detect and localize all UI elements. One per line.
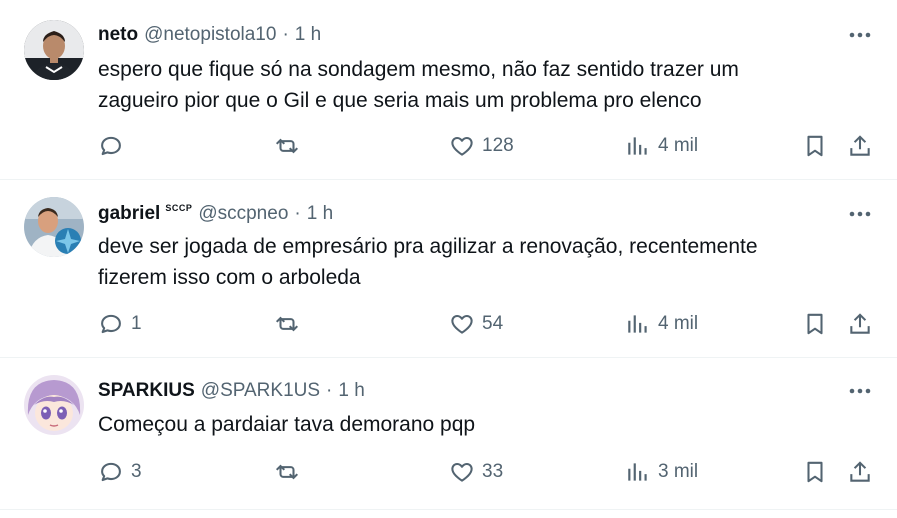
view-count: 4 mil <box>658 313 699 334</box>
tweet-text-line: zagueiro pior que o Gil e que seria mais… <box>98 89 702 112</box>
views-icon <box>628 463 647 481</box>
profile-badge: SCCP <box>165 203 193 213</box>
share-icon <box>850 313 870 334</box>
more-options-button[interactable] <box>843 201 877 227</box>
timestamp[interactable]: 1 h <box>338 380 364 402</box>
view-count: 3 mil <box>658 461 699 482</box>
retweet-icon <box>275 138 299 154</box>
views-icon <box>628 315 647 333</box>
more-horizontal-icon <box>849 32 871 38</box>
avatar[interactable] <box>24 375 84 435</box>
heart-icon <box>451 136 473 156</box>
more-options-button[interactable] <box>843 378 877 404</box>
timestamp[interactable]: 1 h <box>307 203 333 225</box>
views-icon <box>628 137 647 155</box>
avatar-image <box>24 375 84 435</box>
tweet-text: Começou a pardaiar tava demorano pqp <box>98 409 858 440</box>
bookmark-button[interactable] <box>802 457 828 487</box>
tweet-header: neto @netopistola10 · 1 h <box>98 22 321 48</box>
retweet-button[interactable] <box>274 457 307 487</box>
tweet-text-line: espero que fique só na sondagem mesmo, n… <box>98 58 739 81</box>
like-button[interactable]: 128 <box>449 131 514 161</box>
separator-dot: · <box>282 24 289 45</box>
reply-count: 3 <box>131 461 142 482</box>
bookmark-icon <box>807 461 823 483</box>
user-handle[interactable]: @SPARK1US <box>201 380 320 402</box>
retweet-button[interactable] <box>274 131 307 161</box>
share-button[interactable] <box>847 309 873 339</box>
like-button[interactable]: 33 <box>449 457 503 487</box>
reply-icon <box>101 462 121 482</box>
tweet-header: gabriel SCCP @sccpneo · 1 h <box>98 201 333 227</box>
like-count: 33 <box>482 461 504 482</box>
more-horizontal-icon <box>849 211 871 217</box>
reply-button[interactable] <box>98 131 131 161</box>
reply-count: 1 <box>131 313 142 334</box>
share-icon <box>850 135 870 156</box>
display-name[interactable]: gabriel <box>98 203 160 225</box>
like-count: 128 <box>482 135 514 156</box>
bookmark-button[interactable] <box>802 309 828 339</box>
avatar[interactable] <box>24 20 84 80</box>
views-button[interactable]: 4 mil <box>625 131 698 161</box>
like-count: 54 <box>482 313 504 334</box>
tweet[interactable]: neto @netopistola10 · 1 h espero que fiq… <box>0 0 897 180</box>
tweet-text: espero que fique só na sondagem mesmo, n… <box>98 54 858 116</box>
tweet-header: SPARKIUS @SPARK1US · 1 h <box>98 378 365 404</box>
separator-dot: · <box>326 380 333 401</box>
bookmark-icon <box>807 135 823 157</box>
tweet-text-line: Começou a pardaiar tava demorano pqp <box>98 413 476 436</box>
bookmark-button[interactable] <box>802 131 828 161</box>
reply-button[interactable]: 1 <box>98 309 142 339</box>
more-horizontal-icon <box>849 388 871 394</box>
bookmark-icon <box>807 313 823 335</box>
avatar-image <box>24 197 84 257</box>
view-count: 4 mil <box>658 135 699 156</box>
timestamp[interactable]: 1 h <box>295 24 321 46</box>
views-button[interactable]: 4 mil <box>625 309 698 339</box>
like-button[interactable]: 54 <box>449 309 503 339</box>
more-options-button[interactable] <box>843 22 877 48</box>
retweet-button[interactable] <box>274 309 307 339</box>
share-button[interactable] <box>847 457 873 487</box>
avatar[interactable] <box>24 197 84 257</box>
user-handle[interactable]: @netopistola10 <box>144 24 276 46</box>
reply-feed: neto @netopistola10 · 1 h espero que fiq… <box>0 0 897 518</box>
heart-icon <box>451 462 473 482</box>
share-icon <box>850 461 870 482</box>
tweet[interactable]: gabriel SCCP @sccpneo · 1 h deve ser jog… <box>0 180 897 357</box>
share-button[interactable] <box>847 131 873 161</box>
reply-icon <box>101 314 121 334</box>
display-name[interactable]: neto <box>98 24 138 46</box>
reply-button[interactable]: 3 <box>98 457 142 487</box>
user-handle[interactable]: @sccpneo <box>198 203 288 225</box>
tweet-text-line: deve ser jogada de empresário pra agiliz… <box>98 235 758 258</box>
separator-dot: · <box>294 203 301 224</box>
tweet-text: deve ser jogada de empresário pra agiliz… <box>98 231 858 293</box>
tweet[interactable]: SPARKIUS @SPARK1US · 1 h Começou a parda… <box>0 358 897 508</box>
reply-icon <box>101 136 121 156</box>
views-button[interactable]: 3 mil <box>625 457 698 487</box>
retweet-icon <box>275 464 299 480</box>
tweet-text-line: fizerem isso com o arboleda <box>98 266 361 289</box>
retweet-icon <box>275 316 299 332</box>
heart-icon <box>451 314 473 334</box>
avatar-image <box>24 20 84 80</box>
display-name[interactable]: SPARKIUS <box>98 380 195 402</box>
divider <box>0 509 897 510</box>
